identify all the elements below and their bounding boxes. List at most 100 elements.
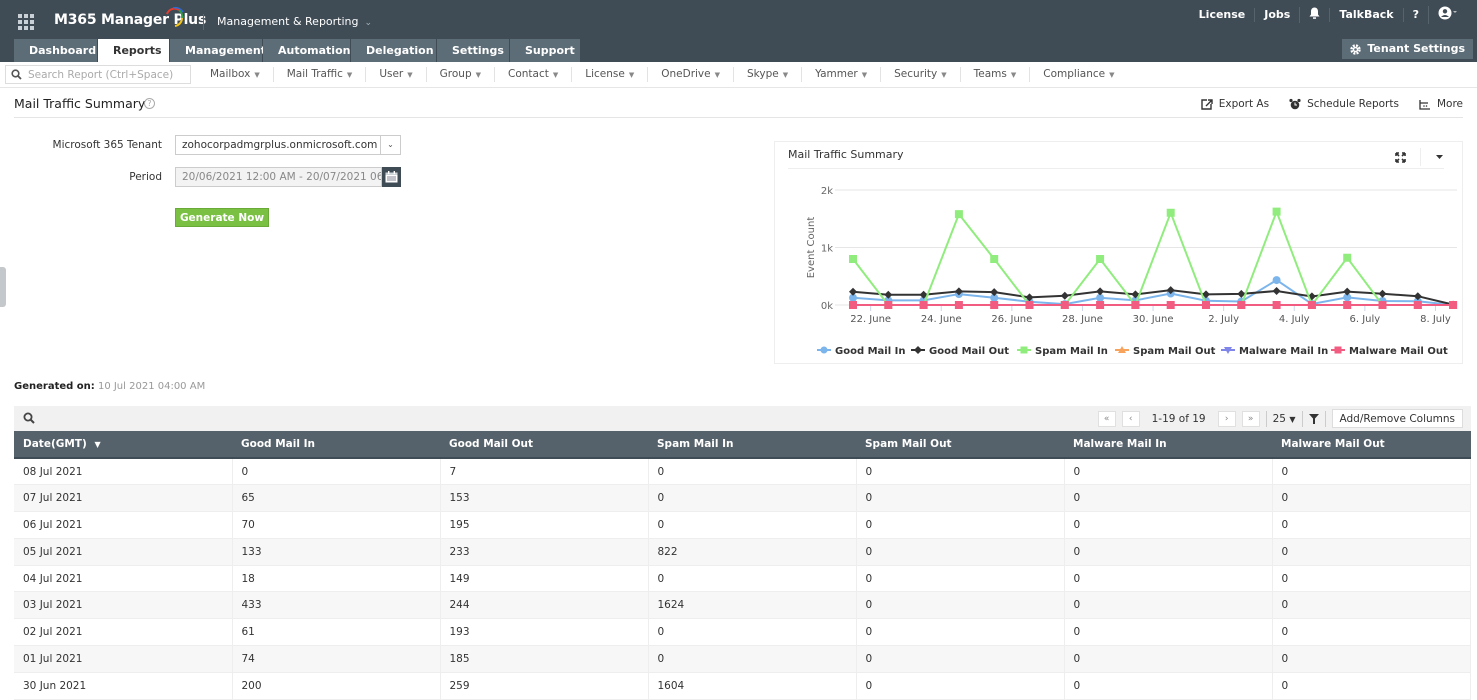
tab-delegation[interactable]: Delegation: [351, 39, 436, 62]
menu-contact[interactable]: Contact ▼: [494, 67, 571, 82]
help-link[interactable]: ?: [1402, 8, 1428, 22]
data-point: [849, 301, 857, 309]
page-size-select[interactable]: 25 ▼: [1273, 413, 1296, 425]
generate-now-button[interactable]: Generate Now: [175, 208, 269, 227]
calendar-icon[interactable]: [382, 167, 401, 187]
table-row[interactable]: 04 Jul 2021 18 149 0 0 0 0: [14, 565, 1471, 593]
column-header-good-mail-in[interactable]: Good Mail In: [232, 431, 440, 459]
add-remove-columns-button[interactable]: Add/Remove Columns: [1331, 409, 1463, 428]
column-header-spam-mail-out[interactable]: Spam Mail Out: [856, 431, 1064, 459]
data-point: [1025, 301, 1034, 309]
tab-automation[interactable]: Automation: [263, 39, 350, 62]
period-input[interactable]: 20/06/2021 12:00 AM - 20/07/2021 06: [175, 167, 382, 187]
tab-dashboard[interactable]: Dashboard: [14, 39, 97, 62]
table-cell: 0: [1064, 538, 1273, 566]
menu-user[interactable]: User ▼: [365, 67, 425, 82]
table-row[interactable]: 05 Jul 2021 133 233 822 0 0 0: [14, 538, 1471, 566]
prev-page-button[interactable]: ‹: [1121, 410, 1140, 427]
menu-license[interactable]: License ▼: [571, 67, 647, 82]
tab-reports[interactable]: Reports: [98, 39, 169, 62]
schedule-reports-button[interactable]: Schedule Reports: [1289, 98, 1399, 110]
generated-value: 10 Jul 2021 04:00 AM: [97, 381, 206, 392]
menu-mailbox[interactable]: Mailbox ▼: [197, 67, 273, 82]
notification-bell-icon[interactable]: [1299, 7, 1329, 23]
menu-teams[interactable]: Teams ▼: [959, 67, 1030, 82]
menu-onedrive[interactable]: OneDrive ▼: [647, 67, 733, 82]
table-cell: 0: [856, 565, 1065, 593]
column-header-malware-mail-in[interactable]: Malware Mail In: [1064, 431, 1272, 459]
menu-skype[interactable]: Skype ▼: [733, 67, 801, 82]
data-point: [849, 255, 857, 263]
table-cell: 0: [1064, 458, 1273, 486]
tab-support[interactable]: Support: [510, 39, 580, 62]
x-tick-label: 6. July: [1349, 314, 1380, 325]
jobs-link[interactable]: Jobs: [1254, 8, 1299, 22]
data-point: [1378, 289, 1387, 298]
period-label: Period: [129, 171, 162, 183]
sidebar-toggle-handle[interactable]: [0, 267, 6, 307]
table-row[interactable]: 07 Jul 2021 65 153 0 0 0 0: [14, 484, 1471, 513]
table-row[interactable]: 08 Jul 2021 0 7 0 0 0 0: [14, 458, 1471, 486]
table-cell: 0: [856, 645, 1065, 673]
table-row[interactable]: 03 Jul 2021 433 244 1624 0 0 0: [14, 591, 1471, 620]
license-link[interactable]: License: [1190, 8, 1255, 22]
app-grid-icon[interactable]: [18, 14, 34, 30]
search-report-input[interactable]: Search Report (Ctrl+Space): [5, 65, 191, 84]
talkback-link[interactable]: TalkBack: [1329, 8, 1402, 22]
column-header-good-mail-out[interactable]: Good Mail Out: [440, 431, 648, 459]
table-cell: 133: [232, 538, 441, 566]
first-page-button[interactable]: «: [1097, 410, 1116, 427]
divider: [1301, 410, 1303, 427]
table-cell: 233: [440, 538, 649, 566]
table-cell: 0: [856, 618, 1065, 647]
table-row[interactable]: 30 Jun 2021 200 259 1604 0 0 0: [14, 672, 1471, 700]
legend-marker: [914, 346, 922, 354]
alarm-clock-icon: [1289, 98, 1301, 110]
x-tick-label: 22. June: [850, 314, 891, 325]
last-page-button[interactable]: »: [1241, 410, 1260, 427]
more-button[interactable]: More: [1419, 98, 1463, 110]
export-icon: [1201, 98, 1213, 110]
table-cell: 0: [856, 672, 1065, 700]
generated-label: Generated on:: [14, 381, 95, 392]
module-switcher[interactable]: Management & Reporting ⌄: [217, 15, 372, 28]
table-row[interactable]: 01 Jul 2021 74 185 0 0 0 0: [14, 645, 1471, 673]
data-point: [1060, 291, 1069, 300]
search-icon[interactable]: [23, 412, 35, 424]
table-cell: 0: [1272, 565, 1471, 593]
menu-yammer[interactable]: Yammer ▼: [801, 67, 880, 82]
column-header-date[interactable]: Date(GMT) ▼: [14, 431, 232, 459]
help-icon[interactable]: ?: [144, 98, 155, 109]
table-header-row: Date(GMT) ▼ Good Mail In Good Mail Out S…: [14, 431, 1471, 459]
menu-mail-traffic[interactable]: Mail Traffic ▼: [272, 67, 366, 82]
tenant-select[interactable]: zohocorpadmgrplus.onmicrosoft.com ⌄: [175, 135, 401, 155]
table-cell: 04 Jul 2021: [14, 565, 233, 593]
report-subnav: Search Report (Ctrl+Space) Mailbox ▼ Mail…: [0, 62, 1477, 88]
column-header-spam-mail-in[interactable]: Spam Mail In: [648, 431, 856, 459]
table-cell: 195: [440, 511, 649, 539]
filter-icon[interactable]: [1308, 413, 1319, 424]
menu-group[interactable]: Group ▼: [425, 67, 494, 82]
tenant-settings-button[interactable]: Tenant Settings: [1342, 39, 1473, 59]
table-row[interactable]: 06 Jul 2021 70 195 0 0 0 0: [14, 511, 1471, 539]
table-cell: 0: [1272, 511, 1471, 539]
next-page-button[interactable]: ›: [1217, 410, 1236, 427]
menu-compliance[interactable]: Compliance ▼: [1029, 67, 1127, 82]
table-cell: 0: [648, 484, 857, 513]
search-icon: [11, 69, 22, 80]
table-cell: 07 Jul 2021: [14, 484, 233, 513]
data-point: [1272, 301, 1281, 309]
column-header-malware-mail-out[interactable]: Malware Mail Out: [1272, 431, 1471, 459]
table-cell: 03 Jul 2021: [14, 591, 233, 620]
table-cell: 200: [232, 672, 441, 700]
tab-management[interactable]: Management: [170, 39, 266, 62]
data-point: [1449, 301, 1458, 309]
menu-security[interactable]: Security ▼: [880, 67, 960, 82]
user-avatar-icon[interactable]: [1428, 6, 1467, 24]
divider: [1324, 410, 1326, 427]
search-placeholder: Search Report (Ctrl+Space): [28, 68, 174, 81]
table-row[interactable]: 02 Jul 2021 61 193 0 0 0 0: [14, 618, 1471, 647]
table-cell: 0: [856, 458, 1065, 486]
export-as-button[interactable]: Export As: [1201, 98, 1269, 110]
tab-settings[interactable]: Settings: [437, 39, 509, 62]
